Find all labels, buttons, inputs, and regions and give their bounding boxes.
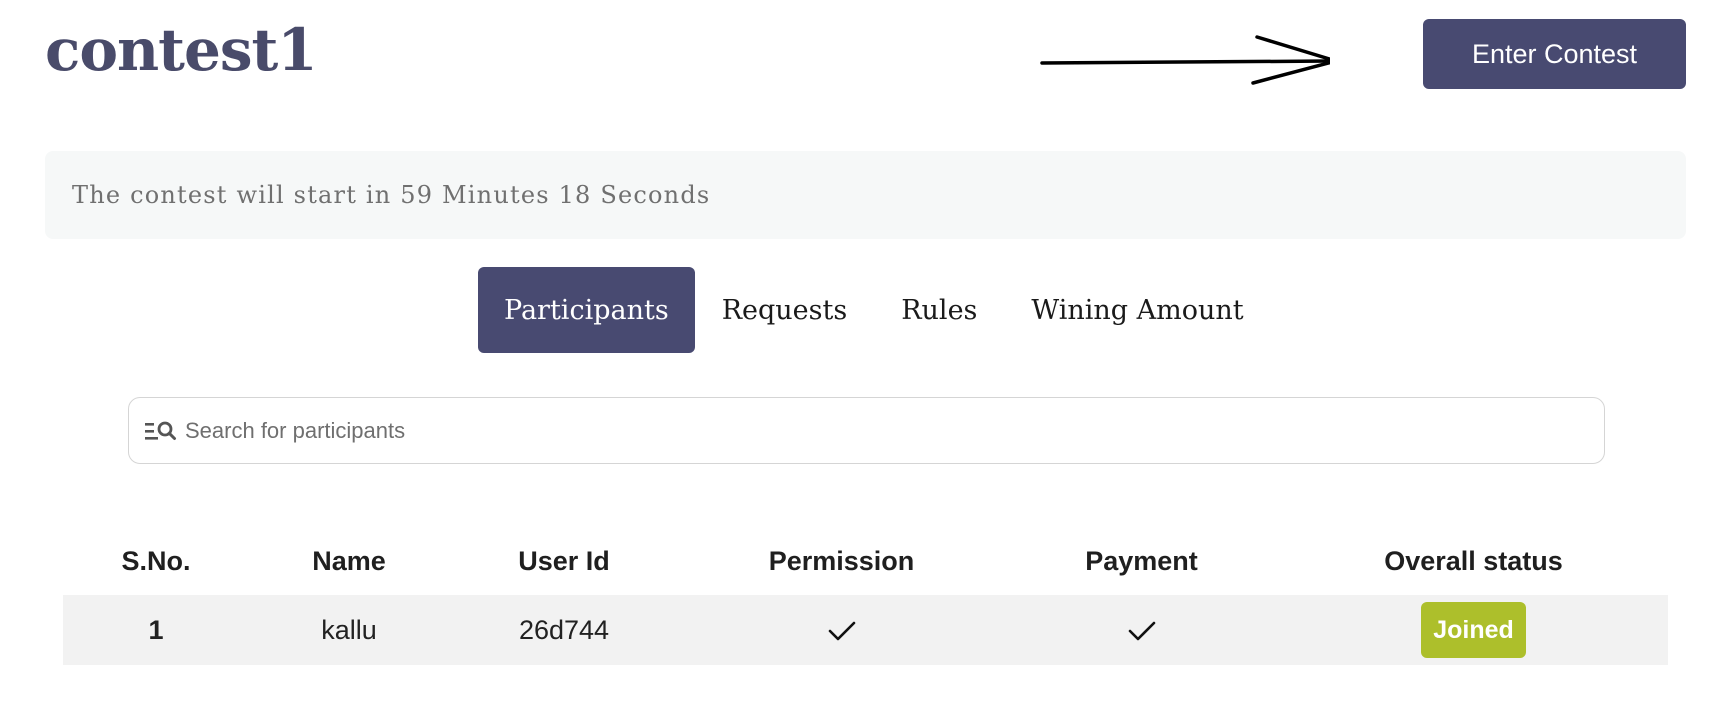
cell-permission (679, 595, 1004, 665)
tab-rules[interactable]: Rules (874, 267, 1004, 353)
cell-name: kallu (249, 595, 449, 665)
cell-sno: 1 (63, 595, 249, 665)
column-header-user-id: User Id (518, 545, 610, 576)
tab-participants[interactable]: Participants (478, 267, 695, 353)
check-icon (1128, 622, 1155, 641)
tab-wining-amount[interactable]: Wining Amount (1004, 267, 1270, 353)
column-header-permission: Permission (768, 545, 915, 576)
column-header-overall-status: Overall status (1384, 545, 1563, 576)
cell-payment (1004, 595, 1279, 665)
countdown-banner: The contest will start in 59 Minutes 18 … (45, 151, 1686, 239)
tab-requests[interactable]: Requests (695, 267, 875, 353)
column-header-payment: Payment (1085, 545, 1198, 576)
list-search-icon (145, 419, 177, 443)
arrow-annotation-icon (1040, 35, 1330, 85)
column-header-name: Name (312, 545, 386, 576)
participants-table: S.No. Name User Id Permission Payment Ov… (63, 527, 1668, 665)
enter-contest-button[interactable]: Enter Contest (1423, 19, 1686, 89)
table-row: 1 kallu 26d744 Joined (63, 595, 1668, 665)
search-input[interactable] (185, 410, 1604, 451)
cell-user-id: 26d744 (449, 595, 679, 665)
status-badge: Joined (1421, 602, 1526, 658)
cell-overall-status: Joined (1279, 595, 1668, 665)
column-header-sno: S.No. (121, 545, 191, 576)
search-container[interactable] (128, 397, 1605, 464)
countdown-text: The contest will start in 59 Minutes 18 … (72, 181, 711, 209)
tab-bar: Participants Requests Rules Wining Amoun… (478, 267, 1271, 353)
page-title: contest1 (45, 16, 318, 84)
check-icon (828, 622, 855, 641)
table-header-row: S.No. Name User Id Permission Payment Ov… (63, 527, 1668, 595)
